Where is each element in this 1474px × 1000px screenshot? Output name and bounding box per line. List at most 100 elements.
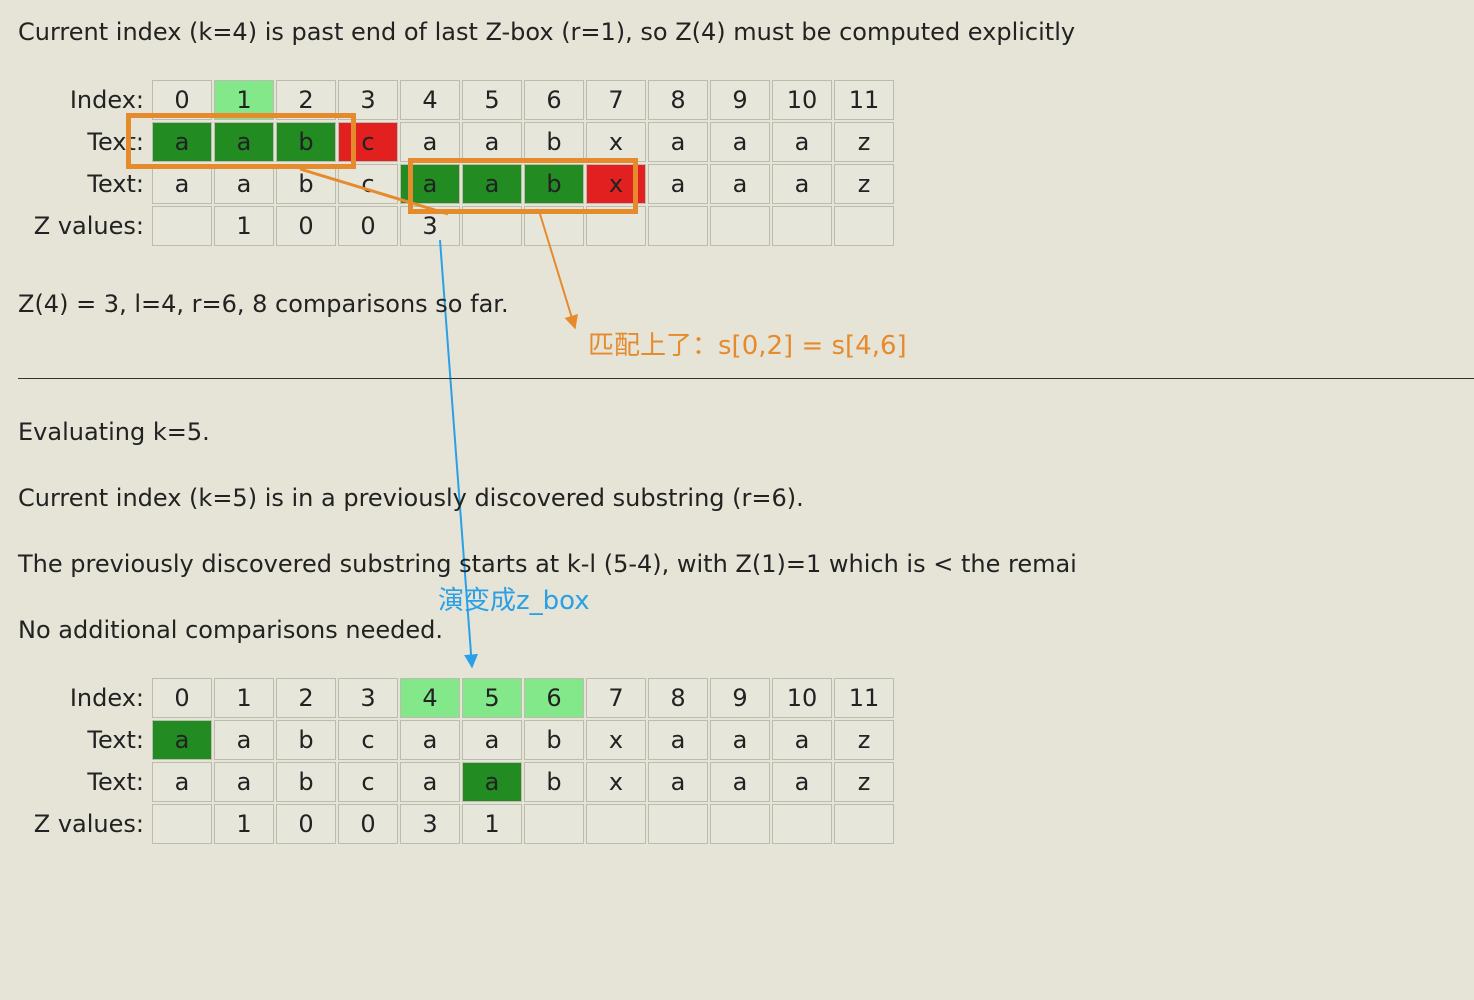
index-cell: 7 — [586, 678, 646, 718]
z-cell — [586, 804, 646, 844]
z-cell: 1 — [214, 206, 274, 246]
z-cell — [648, 804, 708, 844]
text-cell: z — [834, 122, 894, 162]
z-cell: 3 — [400, 804, 460, 844]
explanation-line-1: Current index (k=4) is past end of last … — [18, 18, 1075, 46]
evaluating-line: Evaluating k=5. — [18, 418, 210, 446]
text-cell: a — [400, 720, 460, 760]
text-cell: a — [648, 122, 708, 162]
row-header: Text: — [20, 122, 150, 162]
result-line: Z(4) = 3, l=4, r=6, 8 comparisons so far… — [18, 290, 509, 318]
z-cell: 0 — [276, 804, 336, 844]
text-cell: a — [648, 164, 708, 204]
text-cell: b — [524, 720, 584, 760]
table-row: Z values: 1 0 0 3 1 — [20, 804, 894, 844]
z-cell: 1 — [214, 804, 274, 844]
z-cell — [834, 804, 894, 844]
z-cell: 3 — [400, 206, 460, 246]
index-cell: 8 — [648, 80, 708, 120]
z-cell — [772, 206, 832, 246]
z-table-2: Index: 0 1 2 3 4 5 6 7 8 9 10 11 Text: a… — [18, 676, 896, 846]
text-cell: a — [400, 122, 460, 162]
zbox-annotation: 演变成z_box — [438, 580, 590, 617]
index-cell: 10 — [772, 80, 832, 120]
row-header: Z values: — [20, 804, 150, 844]
z-cell — [710, 206, 770, 246]
text-cell: a — [462, 164, 522, 204]
text-cell: b — [276, 122, 336, 162]
text-cell: x — [586, 720, 646, 760]
z-cell — [462, 206, 522, 246]
text-cell: a — [710, 122, 770, 162]
index-cell: 7 — [586, 80, 646, 120]
text-cell: a — [462, 762, 522, 802]
z-cell — [152, 804, 212, 844]
index-cell: 9 — [710, 80, 770, 120]
text-cell: a — [214, 122, 274, 162]
text-cell: a — [400, 762, 460, 802]
row-header: Z values: — [20, 206, 150, 246]
text-cell: a — [710, 720, 770, 760]
text-cell: a — [648, 762, 708, 802]
z-cell: 0 — [276, 206, 336, 246]
text-cell: c — [338, 122, 398, 162]
text-cell: a — [152, 164, 212, 204]
text-cell: a — [152, 762, 212, 802]
z-cell — [586, 206, 646, 246]
text-cell: a — [152, 122, 212, 162]
index-cell: 0 — [152, 80, 212, 120]
page-root: Current index (k=4) is past end of last … — [0, 0, 1474, 1000]
z-cell — [834, 206, 894, 246]
z-table-1: Index: 0 1 2 3 4 5 6 7 8 9 10 11 Text: a… — [18, 78, 896, 248]
z-cell: 1 — [462, 804, 522, 844]
z-cell — [524, 804, 584, 844]
index-cell: 4 — [400, 80, 460, 120]
index-cell: 9 — [710, 678, 770, 718]
row-header: Text: — [20, 720, 150, 760]
index-cell: 6 — [524, 80, 584, 120]
table-row: Z values: 1 0 0 3 — [20, 206, 894, 246]
text-cell: x — [586, 122, 646, 162]
text-cell: a — [772, 720, 832, 760]
z-cell: 0 — [338, 804, 398, 844]
row-header: Index: — [20, 678, 150, 718]
text-cell: x — [586, 762, 646, 802]
text-cell: b — [524, 164, 584, 204]
text-cell: a — [214, 720, 274, 760]
text-cell: a — [772, 762, 832, 802]
index-cell: 3 — [338, 80, 398, 120]
text-cell: a — [152, 720, 212, 760]
text-cell: b — [524, 762, 584, 802]
text-cell: c — [338, 762, 398, 802]
text-cell: a — [710, 164, 770, 204]
z-cell — [772, 804, 832, 844]
text-cell: z — [834, 720, 894, 760]
text-cell: c — [338, 720, 398, 760]
index-cell: 1 — [214, 678, 274, 718]
text-cell: a — [772, 122, 832, 162]
text-cell: b — [276, 164, 336, 204]
text-cell: b — [276, 762, 336, 802]
text-cell: a — [214, 164, 274, 204]
text-cell: c — [338, 164, 398, 204]
table-row: Text: a a b c a a b x a a a z — [20, 762, 894, 802]
no-comparisons-line: No additional comparisons needed. — [18, 616, 443, 644]
row-header: Text: — [20, 164, 150, 204]
z-cell — [152, 206, 212, 246]
index-cell: 0 — [152, 678, 212, 718]
table-row: Index: 0 1 2 3 4 5 6 7 8 9 10 11 — [20, 678, 894, 718]
index-cell: 1 — [214, 80, 274, 120]
text-cell: a — [648, 720, 708, 760]
text-cell: b — [276, 720, 336, 760]
text-cell: a — [462, 720, 522, 760]
text-cell: a — [462, 122, 522, 162]
match-annotation: 匹配上了：s[0,2] = s[4,6] — [588, 325, 907, 362]
index-cell: 4 — [400, 678, 460, 718]
z-cell — [710, 804, 770, 844]
index-cell: 3 — [338, 678, 398, 718]
z-cell: 0 — [338, 206, 398, 246]
text-cell: x — [586, 164, 646, 204]
explanation-line-2: Current index (k=5) is in a previously d… — [18, 484, 804, 512]
text-cell: z — [834, 762, 894, 802]
table-row: Text: a a b c a a b x a a a z — [20, 122, 894, 162]
